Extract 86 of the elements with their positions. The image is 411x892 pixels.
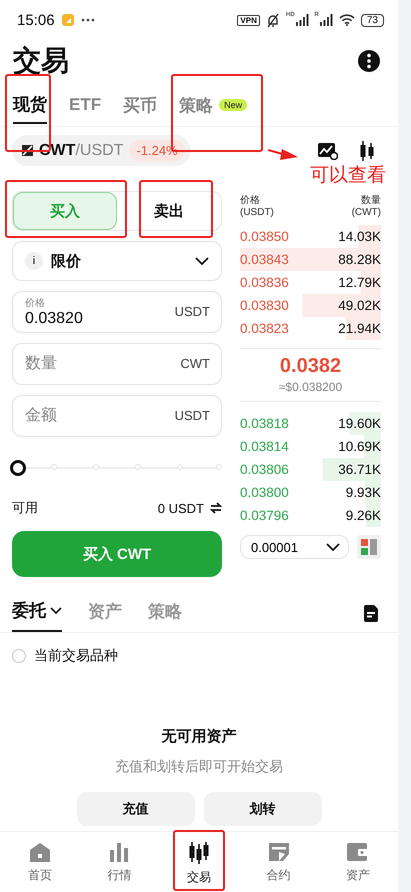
candlestick-icon bbox=[188, 842, 210, 864]
annotation-note: 可以查看 bbox=[310, 164, 386, 188]
more-options-icon[interactable] bbox=[358, 50, 380, 72]
precision-dropdown[interactable]: 0.00001 bbox=[240, 535, 349, 559]
muted-bell-icon bbox=[266, 12, 280, 28]
nav-item[interactable]: 合约 bbox=[238, 832, 318, 892]
order-amount: 12.79K bbox=[338, 275, 381, 290]
order-amount: 88.28K bbox=[338, 252, 381, 267]
signal-icon bbox=[320, 14, 333, 26]
order-amount: 14.03K bbox=[338, 229, 381, 244]
order-amount: 10.69K bbox=[338, 439, 381, 454]
document-icon bbox=[268, 842, 290, 862]
order-price[interactable]: 0.03850 bbox=[240, 229, 289, 244]
more-dots-icon bbox=[80, 18, 95, 22]
empty-message: 充值和划转后即可开始交易 bbox=[115, 758, 283, 776]
candlestick-icon[interactable] bbox=[360, 140, 374, 160]
order-tab[interactable]: 委托 bbox=[12, 595, 62, 632]
unit-label: CWT bbox=[180, 356, 210, 371]
slider-thumb[interactable] bbox=[10, 460, 26, 476]
unit-label: USDT bbox=[174, 304, 210, 319]
field-label: 价格 bbox=[25, 296, 45, 310]
chart-icon[interactable] bbox=[318, 142, 338, 160]
order-price[interactable]: 0.03830 bbox=[240, 298, 289, 313]
page-title: 交易 bbox=[13, 44, 69, 78]
info-icon[interactable]: i bbox=[25, 252, 43, 270]
column-unit: (CWT) bbox=[352, 207, 381, 219]
amount-slider[interactable] bbox=[12, 461, 222, 475]
status-time: 15:06 bbox=[17, 12, 55, 28]
order-book-row[interactable]: 0.03800 9.93K bbox=[240, 481, 381, 504]
tab[interactable]: 现货 bbox=[13, 90, 47, 124]
chevron-down-icon bbox=[195, 257, 209, 265]
tab[interactable]: ETF bbox=[69, 90, 102, 124]
vpn-indicator: VPN bbox=[237, 14, 260, 26]
column-header: 数量 bbox=[360, 195, 381, 207]
nav-item[interactable]: 行情 bbox=[80, 832, 160, 892]
bar-chart-icon bbox=[108, 842, 130, 862]
nav-item[interactable]: 资产 bbox=[318, 832, 398, 892]
book-layout-icon[interactable] bbox=[357, 535, 381, 559]
nav-item[interactable]: 首页 bbox=[0, 832, 80, 892]
action-button[interactable]: 充值 bbox=[76, 792, 194, 826]
order-book-row[interactable]: 0.03814 10.69K bbox=[240, 435, 381, 458]
order-book-row[interactable]: 0.03823 21.94K bbox=[240, 317, 381, 340]
column-header: 价格 bbox=[240, 195, 261, 207]
order-book-row[interactable]: 0.03796 9.26K bbox=[240, 504, 381, 527]
order-amount: 19.60K bbox=[338, 416, 381, 431]
order-amount: 21.94K bbox=[338, 321, 381, 336]
empty-title: 无可用资产 bbox=[162, 727, 236, 746]
order-book-row[interactable]: 0.03843 88.28K bbox=[240, 248, 381, 271]
order-type-value: 限价 bbox=[51, 252, 82, 270]
battery-indicator: 73 bbox=[360, 14, 384, 26]
last-price-usd: ≈$0.038200 bbox=[278, 380, 342, 394]
tab[interactable]: 策略 New bbox=[179, 90, 248, 124]
order-type-dropdown[interactable]: i 限价 bbox=[12, 241, 222, 281]
nav-item[interactable]: 交易 bbox=[159, 832, 239, 892]
tab[interactable]: 买币 bbox=[123, 90, 158, 124]
swap-icon[interactable] bbox=[210, 502, 222, 514]
new-badge: New bbox=[219, 99, 248, 111]
order-amount: 9.93K bbox=[346, 485, 381, 500]
app-notification-icon bbox=[60, 13, 75, 27]
order-book-row[interactable]: 0.03818 19.60K bbox=[240, 412, 381, 435]
base-currency: CWT bbox=[39, 142, 76, 160]
last-price: 0.0382 bbox=[278, 355, 342, 378]
radio-button[interactable] bbox=[12, 649, 26, 663]
order-book-row[interactable]: 0.03850 14.03K bbox=[240, 225, 381, 248]
annotation-arrow bbox=[268, 148, 298, 162]
wifi-icon bbox=[338, 14, 355, 26]
order-price[interactable]: 0.03836 bbox=[240, 275, 289, 290]
available-balance: 0 USDT bbox=[158, 500, 204, 516]
order-book-row[interactable]: 0.03830 49.02K bbox=[240, 294, 381, 317]
unit-label: USDT bbox=[174, 408, 210, 423]
sell-tab[interactable]: 卖出 bbox=[117, 192, 221, 230]
quote-currency: /USDT bbox=[75, 142, 124, 160]
document-icon[interactable] bbox=[364, 605, 378, 622]
signal-icon bbox=[296, 14, 309, 26]
order-price[interactable]: 0.03823 bbox=[240, 321, 289, 336]
order-book-row[interactable]: 0.03836 12.79K bbox=[240, 271, 381, 294]
column-unit: (USDT) bbox=[240, 207, 274, 219]
order-amount: 9.26K bbox=[346, 508, 381, 523]
home-icon bbox=[28, 842, 51, 862]
order-book-row[interactable]: 0.03806 36.71K bbox=[240, 458, 381, 481]
chevron-down-icon bbox=[326, 543, 340, 551]
action-button[interactable]: 划转 bbox=[204, 792, 322, 826]
filter-label[interactable]: 当前交易品种 bbox=[34, 647, 118, 665]
order-amount: 49.02K bbox=[338, 298, 381, 313]
available-label: 可用 bbox=[12, 499, 38, 517]
order-amount: 36.71K bbox=[338, 462, 381, 477]
